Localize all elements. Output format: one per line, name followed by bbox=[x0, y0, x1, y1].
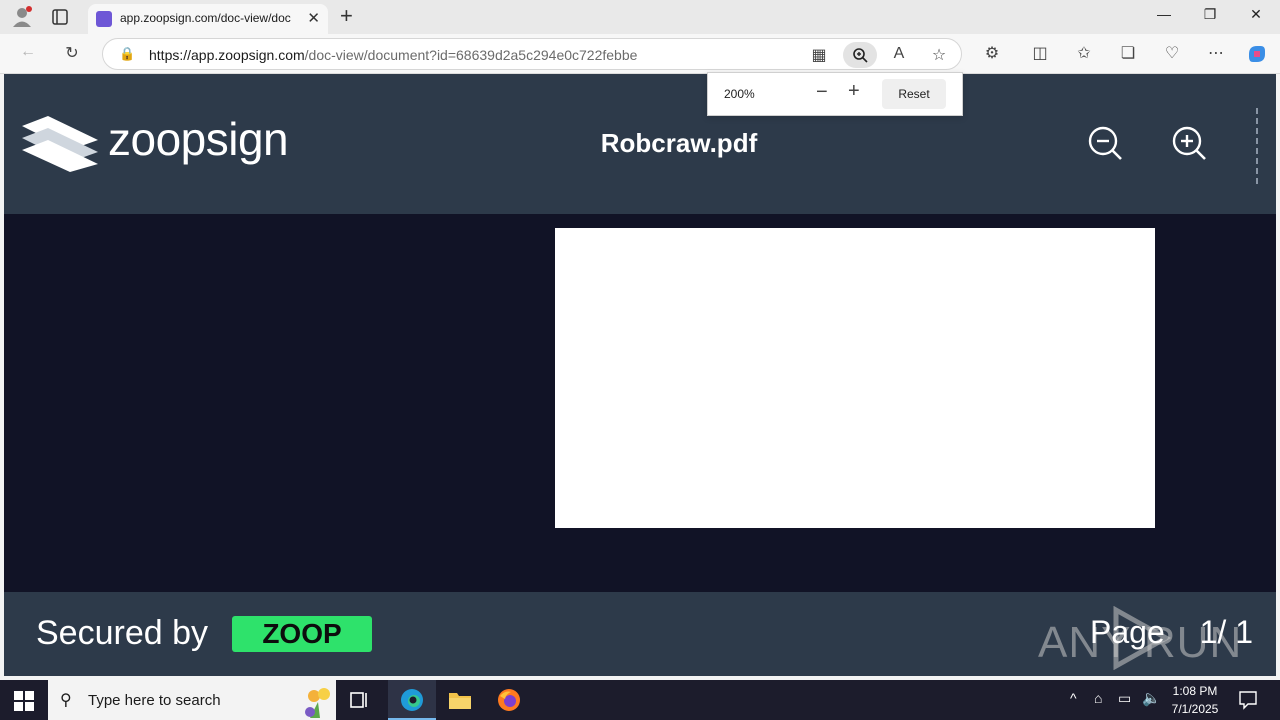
close-window-button[interactable]: ✕ bbox=[1233, 6, 1279, 23]
tulip-decoration-icon bbox=[305, 688, 330, 718]
task-view-icon[interactable] bbox=[350, 690, 370, 710]
show-hidden-icons-chevron-icon[interactable]: ^ bbox=[1070, 690, 1077, 706]
restore-window-button[interactable]: ❐ bbox=[1187, 6, 1233, 23]
copilot-icon[interactable] bbox=[1246, 43, 1268, 65]
zoom-popup: 200% − + Reset bbox=[707, 72, 963, 116]
zoom-magnifier-icon bbox=[853, 48, 868, 63]
browser-toolbar: ← ↻ 🔒 https://app.zoopsign.com/doc-view/… bbox=[0, 34, 1280, 74]
page-viewport: zoopsign Robcraw.pdf Secured by ZOOP ANY… bbox=[4, 74, 1276, 676]
collections-icon[interactable]: ❏ bbox=[1116, 43, 1140, 63]
search-icon: ⚲ bbox=[60, 692, 72, 709]
document-area bbox=[4, 214, 1276, 592]
windows-taskbar: ⚲ Type here to search ^ ⌂ ▭ 🔈 1:08 PM 7/… bbox=[0, 680, 1280, 720]
zoopsign-favicon-icon bbox=[96, 11, 112, 27]
notification-center-icon[interactable] bbox=[1238, 690, 1258, 710]
profile-icon[interactable] bbox=[12, 6, 32, 28]
close-tab-icon[interactable]: ✕ bbox=[307, 9, 320, 27]
firefox-icon[interactable] bbox=[497, 688, 521, 712]
page-indicator: Page 1/ 1 bbox=[1090, 614, 1253, 651]
clock-date[interactable]: 7/1/2025 bbox=[1160, 702, 1230, 716]
extensions-icon[interactable]: ⚙ bbox=[980, 43, 1004, 63]
zoom-in-button[interactable]: + bbox=[848, 80, 860, 103]
file-explorer-icon[interactable] bbox=[448, 689, 472, 711]
zoom-in-icon[interactable] bbox=[1172, 126, 1208, 162]
browser-essentials-icon[interactable]: ♡ bbox=[1160, 43, 1184, 63]
page-current: 1 bbox=[1199, 614, 1218, 650]
address-url[interactable]: https://app.zoopsign.com/doc-view/docume… bbox=[149, 47, 637, 63]
app-available-icon[interactable]: ▦ bbox=[807, 45, 831, 65]
page-label: Page bbox=[1090, 614, 1165, 650]
read-aloud-icon[interactable]: A bbox=[887, 45, 911, 63]
browser-titlebar: app.zoopsign.com/doc-view/doc ✕ + — ❐ ✕ bbox=[0, 0, 1280, 34]
settings-more-icon[interactable]: ⋯ bbox=[1204, 43, 1228, 63]
zoom-indicator-button[interactable] bbox=[843, 42, 877, 68]
edge-browser-icon bbox=[401, 689, 423, 711]
zoop-logo-badge: ZOOP bbox=[232, 616, 372, 652]
favorites-icon[interactable]: ✩ bbox=[1072, 43, 1096, 63]
refresh-icon[interactable]: ↻ bbox=[60, 43, 84, 63]
lock-icon[interactable]: 🔒 bbox=[119, 46, 135, 62]
zoom-reset-button[interactable]: Reset bbox=[882, 79, 946, 109]
search-placeholder: Type here to search bbox=[88, 692, 221, 709]
browser-tab[interactable]: app.zoopsign.com/doc-view/doc ✕ bbox=[88, 4, 328, 34]
favorite-star-icon[interactable]: ☆ bbox=[927, 45, 951, 65]
network-icon[interactable]: ▭ bbox=[1118, 690, 1131, 707]
windows-start-icon[interactable] bbox=[14, 691, 34, 711]
volume-icon[interactable]: 🔈 bbox=[1142, 689, 1161, 707]
app-footer: Secured by ZOOP ANY RUN Page 1/ 1 bbox=[4, 592, 1276, 676]
secured-by-label: Secured by bbox=[36, 614, 208, 652]
zoom-percentage: 200% bbox=[724, 87, 755, 101]
meet-now-icon[interactable]: ⌂ bbox=[1094, 690, 1102, 706]
header-divider bbox=[1256, 108, 1258, 184]
minimize-window-button[interactable]: — bbox=[1141, 6, 1187, 22]
zoom-out-icon[interactable] bbox=[1088, 126, 1124, 162]
page-total: 1 bbox=[1235, 614, 1253, 650]
taskbar-edge-button[interactable] bbox=[388, 680, 436, 720]
address-bar[interactable]: 🔒 https://app.zoopsign.com/doc-view/docu… bbox=[102, 38, 962, 70]
split-screen-icon[interactable]: ◫ bbox=[1028, 43, 1052, 63]
page-separator: / bbox=[1217, 614, 1227, 650]
app-header: zoopsign Robcraw.pdf bbox=[4, 74, 1276, 214]
zoom-out-button[interactable]: − bbox=[816, 81, 828, 104]
back-arrow-icon[interactable]: ← bbox=[16, 43, 40, 61]
clock-time[interactable]: 1:08 PM bbox=[1160, 684, 1230, 698]
new-tab-button[interactable]: + bbox=[340, 3, 353, 29]
tab-actions-icon[interactable] bbox=[52, 9, 68, 25]
pdf-page[interactable] bbox=[555, 228, 1155, 528]
taskbar-search-box[interactable]: ⚲ Type here to search bbox=[48, 680, 336, 720]
tab-title: app.zoopsign.com/doc-view/doc bbox=[120, 11, 291, 25]
